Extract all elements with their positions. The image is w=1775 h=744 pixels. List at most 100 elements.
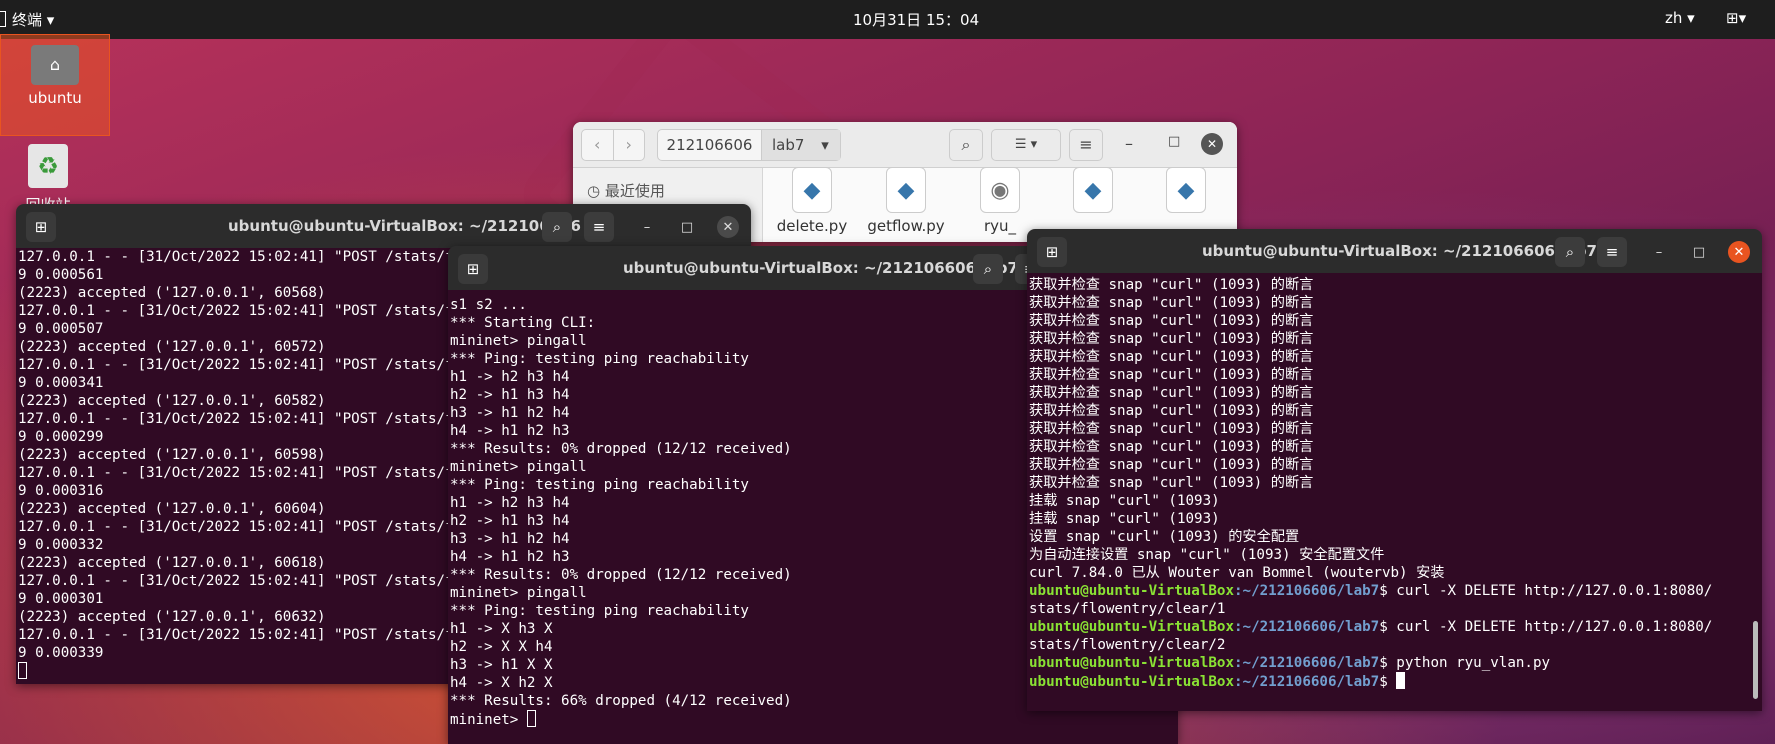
command-text: $ [1379, 674, 1397, 690]
new-tab-icon[interactable]: ⊞ [458, 254, 488, 284]
search-icon[interactable]: ⌕ [542, 212, 572, 242]
folder-home-icon: ⌂ [31, 45, 79, 85]
terminal-line: 获取并检查 snap "curl" (1093) 的断言 [1029, 421, 1314, 437]
activities-label: 终端 [12, 11, 43, 29]
terminal-line: 挂载 snap "curl" (1093) [1029, 511, 1220, 527]
clock[interactable]: 10月31日 15：04 [853, 9, 979, 30]
python-file-icon: ◆ [792, 167, 832, 213]
terminal-line: 获取并检查 snap "curl" (1093) 的断言 [1029, 439, 1314, 455]
python-file-icon: ◆ [1073, 167, 1113, 213]
menu-icon[interactable]: ≡ [1597, 237, 1627, 267]
minimize-icon[interactable]: – [1125, 134, 1133, 153]
language-label: zh [1665, 9, 1683, 27]
command-text: $ curl -X DELETE http://127.0.0.1:8080/ [1379, 583, 1713, 599]
chevron-down-icon: ▾ [1687, 9, 1695, 27]
maximize-icon[interactable]: □ [1688, 241, 1710, 263]
search-icon[interactable]: ⌕ [973, 254, 1003, 284]
file-item[interactable]: ◆ getflow.py [856, 167, 956, 235]
prompt-line: ubuntu@ubuntu-VirtualBox:~/212106606/lab… [1029, 582, 1762, 600]
trash-icon: ♻ [28, 144, 68, 188]
close-icon[interactable]: ✕ [1728, 241, 1750, 263]
prompt-path: :~/212106606/lab7 [1234, 674, 1380, 690]
terminal-line: stats/flowentry/clear/2 [1029, 637, 1226, 653]
file-item[interactable]: ◆ [1136, 167, 1236, 217]
window-title: ubuntu@ubuntu-VirtualBox: ~/212106606/la… [1202, 242, 1597, 260]
new-tab-icon[interactable]: ⊞ [1037, 237, 1067, 267]
close-icon[interactable]: ✕ [1201, 133, 1223, 155]
terminal-line: 获取并检查 snap "curl" (1093) 的断言 [1029, 367, 1314, 383]
prompt-line: ubuntu@ubuntu-VirtualBox:~/212106606/lab… [1029, 618, 1762, 636]
forward-icon[interactable]: › [614, 130, 645, 160]
clock-icon: ◷ [587, 182, 601, 200]
window-title: ubuntu@ubuntu-VirtualBox: ~/212106606 [228, 217, 581, 235]
activities-menu[interactable]: 终端 ▾ [12, 9, 54, 30]
search-icon[interactable]: ⌕ [1555, 237, 1585, 267]
file-name: getflow.py [867, 217, 945, 235]
terminal-line: 获取并检查 snap "curl" (1093) 的断言 [1029, 349, 1314, 365]
python-file-icon: ◆ [1166, 167, 1206, 213]
minimize-icon[interactable]: – [636, 216, 658, 238]
prompt-path: :~/212106606/lab7 [1234, 619, 1380, 635]
prompt-path: :~/212106606/lab7 [1234, 583, 1380, 599]
prompt-line: ubuntu@ubuntu-VirtualBox:~/212106606/lab… [1029, 654, 1762, 672]
terminal-line: 设置 snap "curl" (1093) 的安全配置 [1029, 529, 1300, 545]
home-label: ubuntu [28, 89, 82, 107]
sidebar-item-recent-label: 最近使用 [604, 182, 665, 200]
chevron-down-icon: ▾ [46, 11, 55, 29]
prompt-user: ubuntu@ubuntu-VirtualBox [1029, 583, 1234, 599]
view-list-icon[interactable]: ☰ ▾ [991, 129, 1061, 161]
breadcrumb-current[interactable]: lab7 ▾ [762, 130, 840, 160]
sidebar-item-recent[interactable]: ◷ 最近使用 [587, 180, 665, 201]
scrollbar[interactable] [1753, 621, 1758, 699]
menu-icon[interactable]: ≡ [584, 212, 614, 242]
terminal-line: 挂载 snap "curl" (1093) [1029, 493, 1220, 509]
close-icon[interactable]: ✕ [717, 216, 739, 238]
breadcrumb-parent[interactable]: 212106606 [658, 130, 762, 160]
terminal-line: curl 7.84.0 已从 Wouter van Bommel (wouter… [1029, 565, 1445, 581]
menu-icon[interactable]: ≡ [1069, 129, 1103, 161]
terminal-line: 获取并检查 snap "curl" (1093) 的断言 [1029, 385, 1314, 401]
prompt-user: ubuntu@ubuntu-VirtualBox [1029, 674, 1234, 690]
prompt-text: mininet> [450, 712, 527, 728]
terminal-line: stats/flowentry/clear/1 [1029, 601, 1226, 617]
cursor [18, 662, 27, 679]
file-manager-header: ‹ › 212106606 lab7 ▾ ⌕ ☰ ▾ ≡ – □ ✕ [573, 122, 1237, 168]
terminal-line: 获取并检查 snap "curl" (1093) 的断言 [1029, 403, 1314, 419]
maximize-icon[interactable]: □ [676, 216, 698, 238]
back-icon[interactable]: ‹ [582, 130, 614, 160]
breadcrumb: 212106606 lab7 ▾ [657, 129, 841, 161]
network-icon[interactable]: ⊞▾ [1726, 9, 1746, 27]
terminal-line: 获取并检查 snap "curl" (1093) 的断言 [1029, 277, 1314, 293]
cursor [526, 710, 536, 727]
terminal-line: mininet> [450, 710, 1178, 728]
top-bar: 终端 ▾ 10月31日 15：04 zh ▾ ⊞▾ [0, 0, 1775, 39]
terminal-line: 获取并检查 snap "curl" (1093) 的断言 [1029, 331, 1314, 347]
file-name: ryu_ [983, 217, 1017, 235]
command-text: $ curl -X DELETE http://127.0.0.1:8080/ [1379, 619, 1713, 635]
command-text: $ python ryu_vlan.py [1379, 655, 1551, 671]
terminal-3-output[interactable]: 获取并检查 snap "curl" (1093) 的断言 获取并检查 snap "… [1027, 273, 1762, 711]
maximize-icon[interactable]: □ [1168, 134, 1180, 149]
window-title: ubuntu@ubuntu-VirtualBox: ~/212106606/la… [623, 259, 1018, 277]
prompt-user: ubuntu@ubuntu-VirtualBox [1029, 655, 1234, 671]
minimize-icon[interactable]: – [1648, 241, 1670, 263]
app-icon [0, 11, 6, 27]
prompt-line: ubuntu@ubuntu-VirtualBox:~/212106606/lab… [1029, 672, 1762, 690]
terminal-line: 获取并检查 snap "curl" (1093) 的断言 [1029, 313, 1314, 329]
file-item[interactable]: ◆ [1043, 167, 1143, 217]
file-item[interactable]: ◆ delete.py [762, 167, 862, 235]
desktop-home-tile[interactable]: ⌂ ubuntu [0, 34, 110, 136]
cursor [1396, 672, 1406, 689]
file-name: delete.py [776, 217, 848, 235]
file-item[interactable]: ◉ ryu_ [950, 167, 1050, 235]
terminal-line: 获取并检查 snap "curl" (1093) 的断言 [1029, 457, 1314, 473]
language-indicator[interactable]: zh ▾ [1665, 9, 1695, 27]
terminal-line: 获取并检查 snap "curl" (1093) 的断言 [1029, 295, 1314, 311]
terminal-line: 为自动连接设置 snap "curl" (1093) 安全配置文件 [1029, 547, 1385, 563]
new-tab-icon[interactable]: ⊞ [26, 212, 56, 242]
terminal-line: 获取并检查 snap "curl" (1093) 的断言 [1029, 475, 1314, 491]
search-icon[interactable]: ⌕ [949, 129, 983, 161]
chevron-down-icon: ▾ [821, 136, 829, 154]
terminal-1-titlebar: ⊞ ubuntu@ubuntu-VirtualBox: ~/212106606 … [16, 204, 751, 248]
prompt-path: :~/212106606/lab7 [1234, 655, 1380, 671]
